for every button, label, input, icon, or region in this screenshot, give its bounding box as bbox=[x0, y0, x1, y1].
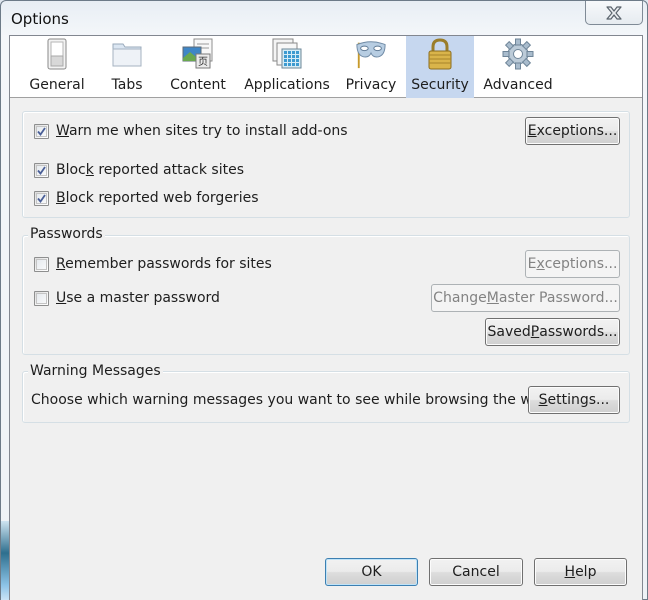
remember-passwords-checkbox[interactable]: Remember passwords for sites bbox=[34, 256, 272, 272]
folder-tabs-icon bbox=[111, 38, 143, 70]
checkbox-label: Block reported web forgeries bbox=[56, 190, 259, 206]
pane-tab-advanced[interactable]: Advanced bbox=[474, 36, 562, 98]
pane-toolbar: General Tabs 页 Content Applications Priv… bbox=[10, 36, 642, 98]
warning-messages-description: Choose which warning messages you want t… bbox=[31, 392, 550, 408]
pane-tab-applications[interactable]: Applications bbox=[238, 36, 336, 98]
help-button[interactable]: Help bbox=[534, 558, 627, 586]
dialog-client-area: General Tabs 页 Content Applications Priv… bbox=[9, 35, 643, 600]
checkbox-box bbox=[34, 162, 49, 178]
passwords-group-caption: Passwords bbox=[28, 226, 105, 242]
switch-icon bbox=[41, 38, 73, 70]
checkbox-box bbox=[34, 256, 49, 272]
pane-tab-privacy[interactable]: Privacy bbox=[336, 36, 406, 98]
pane-tab-security[interactable]: Security bbox=[406, 36, 474, 98]
mask-icon bbox=[355, 38, 387, 70]
master-password-checkbox[interactable]: Use a master password bbox=[34, 290, 220, 306]
pane-tab-label: Tabs bbox=[111, 77, 143, 93]
warning-settings-button[interactable]: Settings... bbox=[528, 386, 620, 414]
checkbox-label: Remember passwords for sites bbox=[56, 256, 272, 272]
window-title: Options bbox=[11, 10, 69, 28]
pane-tab-general[interactable]: General bbox=[18, 36, 96, 98]
content-page-icon: 页 bbox=[182, 38, 214, 70]
checkbox-label: Block reported attack sites bbox=[56, 162, 245, 178]
block-forgeries-checkbox[interactable]: Block reported web forgeries bbox=[34, 190, 259, 206]
checkbox-box bbox=[34, 123, 49, 139]
pane-tab-tabs[interactable]: Tabs bbox=[96, 36, 158, 98]
warn-addons-checkbox[interactable]: Warn me when sites try to install add-on… bbox=[34, 123, 348, 139]
checkbox-box bbox=[34, 290, 49, 306]
checkbox-label: Use a master password bbox=[56, 290, 220, 306]
warning-messages-caption: Warning Messages bbox=[28, 363, 163, 379]
pane-tab-label: Content bbox=[170, 77, 226, 93]
gear-icon bbox=[502, 38, 534, 70]
pane-tab-label: Security bbox=[411, 77, 469, 93]
pane-tab-label: Privacy bbox=[345, 77, 397, 93]
cancel-button[interactable]: Cancel bbox=[429, 558, 523, 586]
padlock-icon bbox=[424, 38, 456, 70]
checkmark-icon bbox=[37, 126, 46, 136]
addons-exceptions-button[interactable]: Exceptions... bbox=[525, 117, 620, 145]
saved-passwords-button[interactable]: Saved Passwords... bbox=[485, 318, 620, 346]
checkmark-icon bbox=[37, 165, 46, 175]
checkbox-box bbox=[34, 190, 49, 206]
pane-tab-content[interactable]: 页 Content bbox=[158, 36, 238, 98]
block-attack-sites-checkbox[interactable]: Block reported attack sites bbox=[34, 162, 244, 178]
applications-grid-icon bbox=[271, 38, 303, 70]
ok-button[interactable]: OK bbox=[325, 558, 418, 586]
options-window: Options General Tabs 页 Content Applicati… bbox=[0, 0, 648, 600]
svg-text:页: 页 bbox=[198, 56, 208, 68]
pane-tab-label: Advanced bbox=[483, 77, 553, 93]
checkbox-label: Warn me when sites try to install add-on… bbox=[56, 123, 348, 139]
window-frame-glow bbox=[1, 521, 9, 600]
close-button[interactable] bbox=[585, 1, 643, 25]
change-master-password-button[interactable]: Change Master Password... bbox=[431, 284, 620, 312]
close-icon bbox=[606, 5, 622, 20]
checkmark-icon bbox=[37, 193, 46, 203]
password-exceptions-button[interactable]: Ex ceptions... bbox=[525, 250, 620, 278]
pane-tab-label: Applications bbox=[244, 77, 330, 93]
pane-tab-label: General bbox=[29, 77, 85, 93]
